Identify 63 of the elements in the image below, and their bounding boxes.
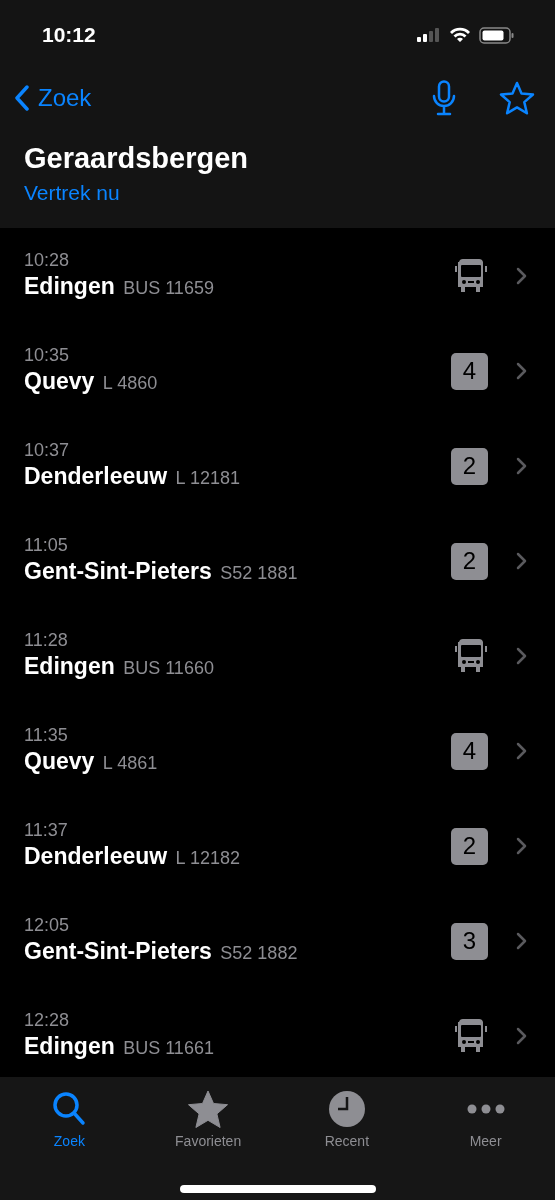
destination: Denderleeuw [24,842,168,869]
train-number: L 12181 [175,467,240,488]
destination: Edingen [24,652,115,679]
train-number: S52 1882 [220,942,298,963]
platform-badge: 2 [451,447,488,485]
train-number: L 4861 [102,752,158,773]
chevron-icon [516,457,527,475]
chevron-icon [516,647,527,665]
chevron-left-icon [14,85,30,111]
bus-icon [454,638,488,674]
train-number: L 4860 [102,372,158,393]
destination: Quevy [24,747,95,774]
chevron-icon [516,362,527,380]
station-title: Geraardsbergen [23,141,250,176]
battery-icon [479,26,515,44]
departure-time: 10:35 [24,343,71,366]
departure-time: 12:05 [24,913,71,936]
destination: Edingen [24,272,115,299]
departure-time-link[interactable]: Vertrek nu [0,178,126,208]
bus-icon [454,1018,488,1054]
departure-time: 10:28 [24,248,71,271]
departure-time: 10:37 [24,438,71,461]
platform-badge: 2 [451,542,488,580]
star-icon [187,1090,230,1128]
chevron-icon [516,267,527,285]
departure-time: 11:35 [24,723,69,746]
wifi-icon [449,27,471,43]
train-number: L 12182 [175,847,240,868]
train-number: BUS 11660 [123,657,214,678]
train-number: BUS 11661 [123,1037,214,1058]
destination: Denderleeuw [24,462,168,489]
departure-time: 11:28 [24,628,69,651]
chevron-icon [516,552,527,570]
search-icon [52,1091,87,1127]
status-time: 10:12 [42,22,96,49]
more-icon [466,1104,505,1114]
signal-icon [417,28,441,42]
platform-badge: 4 [451,352,488,390]
train-number: S52 1881 [220,562,298,583]
chevron-icon [516,742,527,760]
chevron-icon [516,837,527,855]
departure-time: 11:37 [24,818,69,841]
bus-icon [454,258,488,294]
chevron-icon [516,932,527,950]
departure-time: 11:05 [24,533,69,556]
departure-time: 12:28 [24,1008,71,1031]
train-number: BUS 11659 [123,277,214,298]
star-icon[interactable] [499,81,535,115]
chevron-icon [516,1027,527,1045]
destination: Edingen [24,1032,115,1059]
destination: Gent-Sint-Pieters [24,557,212,584]
platform-badge: 3 [451,922,488,960]
destination: Quevy [24,367,95,394]
tab[interactable]: Zoek [0,1089,139,1152]
clock-icon [327,1090,366,1128]
tab[interactable]: Favorieten [138,1089,278,1152]
tab[interactable]: Recent [277,1089,417,1152]
back-button[interactable]: Zoek [14,80,92,116]
microphone-icon[interactable] [431,80,457,116]
platform-badge: 4 [451,732,488,770]
destination: Gent-Sint-Pieters [24,937,212,964]
platform-badge: 2 [451,827,488,865]
tab[interactable]: Meer [416,1089,555,1152]
